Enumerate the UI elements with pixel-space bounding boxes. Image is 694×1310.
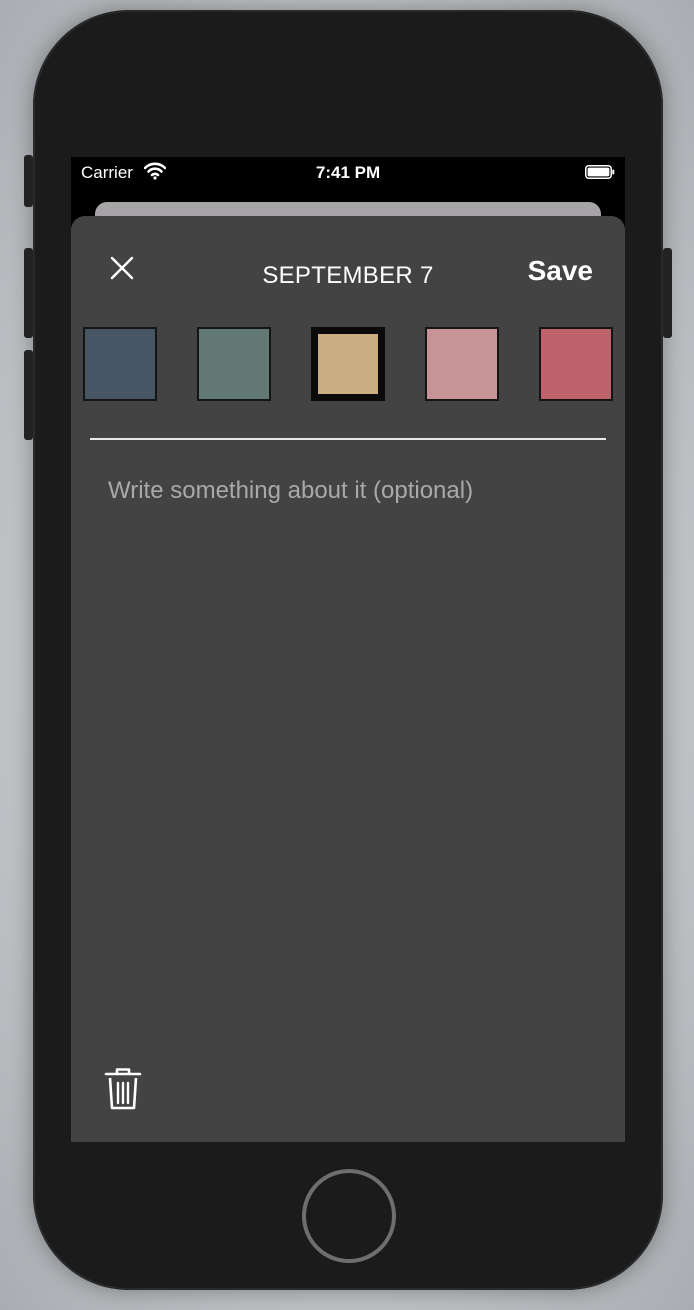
divider <box>90 438 606 440</box>
save-button[interactable]: Save <box>528 255 593 287</box>
power-button <box>663 248 672 338</box>
color-swatch-row <box>83 327 613 401</box>
color-swatch-1[interactable] <box>83 327 157 401</box>
home-button[interactable] <box>302 1169 396 1263</box>
mute-switch <box>24 155 33 207</box>
status-bar: Carrier 7:41 PM <box>71 157 625 187</box>
note-input[interactable] <box>108 477 588 1037</box>
delete-button[interactable] <box>103 1066 143 1112</box>
color-swatch-5[interactable] <box>539 327 613 401</box>
color-swatch-2[interactable] <box>197 327 271 401</box>
entry-sheet: SEPTEMBER 7 Save <box>71 216 625 1142</box>
trash-icon <box>104 1068 142 1110</box>
battery-icon <box>585 164 615 179</box>
clock: 7:41 PM <box>315 163 381 182</box>
color-swatch-4[interactable] <box>425 327 499 401</box>
screen: Carrier 7:41 PM SEPTEMBER 7 Save Write s… <box>71 157 625 1142</box>
volume-up-button <box>24 248 33 338</box>
color-swatch-3[interactable] <box>311 327 385 401</box>
volume-down-button <box>24 350 33 440</box>
